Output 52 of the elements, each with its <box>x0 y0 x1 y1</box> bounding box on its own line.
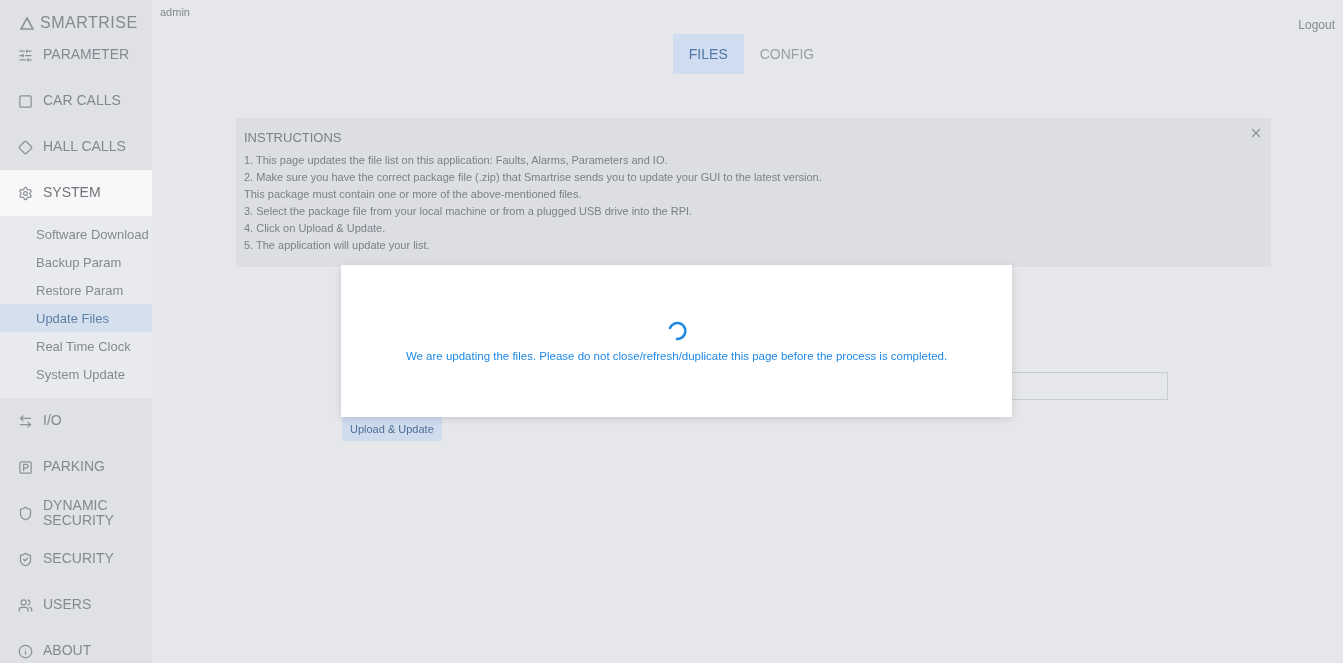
instruction-line: 2. Make sure you have the correct package file (.zip) that Smartrise sends you to update your GUI to the latest version. <box>244 171 822 183</box>
nav-label: PARKING <box>43 459 105 475</box>
nav-item[interactable]: PARKING <box>0 444 152 490</box>
triangle-logo-icon <box>20 16 34 30</box>
shield-check-icon <box>18 551 33 567</box>
user-name: admin <box>160 6 190 18</box>
gear-icon <box>18 185 33 201</box>
progress-message: We are updating the files. Please do not close/refresh/duplicate this page before the process is completed. <box>405 350 948 362</box>
logout-link[interactable]: Logout <box>1298 18 1335 32</box>
nav-label: ABOUT <box>43 643 92 659</box>
nav-item[interactable]: SYSTEM <box>0 170 152 216</box>
submenu-item[interactable]: Software Download <box>0 220 152 248</box>
instruction-line: 3. Select the package file from your local machine or from a plugged USB drive into the RPI. <box>244 205 693 217</box>
submenu-item[interactable]: Backup Param <box>0 248 152 276</box>
tab[interactable]: CONFIG <box>743 34 831 74</box>
nav-label: PARAMETER <box>43 47 130 63</box>
brand-name: SMARTRISE <box>40 14 138 32</box>
instruction-line: 4. Click on Upload & Update. <box>244 222 386 234</box>
nav-item[interactable]: HALL CALLS <box>0 124 152 170</box>
shield-icon <box>18 505 33 521</box>
nav-label: SECURITY <box>43 551 114 567</box>
submenu-item[interactable]: Restore Param <box>0 276 152 304</box>
nav-item[interactable]: ABOUT <box>0 628 152 663</box>
instruction-line: This package must contain one or more of the above-mentioned files. <box>244 188 582 200</box>
nav-label: HALL CALLS <box>43 139 126 155</box>
info-icon <box>18 643 33 659</box>
nav-item[interactable]: DYNAMIC SECURITY <box>0 490 152 536</box>
nav-label: DYNAMIC SECURITY <box>43 497 115 529</box>
tab[interactable]: FILES <box>672 34 744 74</box>
nav-item[interactable]: PARAMETER <box>0 32 152 78</box>
parking-icon <box>18 459 33 475</box>
submenu-item[interactable]: System Update <box>0 360 152 388</box>
instructions-title: INSTRUCTIONS <box>244 130 342 145</box>
instruction-line: 1. This page updates the file list on this application: Faults, Alarms, Parameters and IO. <box>244 154 668 166</box>
users-icon <box>18 597 33 613</box>
sliders-icon <box>18 47 33 63</box>
upload-button[interactable]: Upload & Update <box>342 417 442 441</box>
nav-label: USERS <box>43 597 92 613</box>
instruction-line: 5. The application will update your list. <box>244 239 430 251</box>
nav-item[interactable]: CAR CALLS <box>0 78 152 124</box>
square-icon <box>18 93 33 109</box>
close-icon <box>1249 126 1263 140</box>
nav-item[interactable]: USERS <box>0 582 152 628</box>
nav-item[interactable]: SECURITY <box>0 536 152 582</box>
arrows-icon <box>18 413 33 429</box>
nav-item[interactable]: I/O <box>0 398 152 444</box>
diamond-icon <box>18 139 33 155</box>
nav-label: I/O <box>43 413 62 429</box>
nav-label: SYSTEM <box>43 185 101 201</box>
submenu-item[interactable]: Update Files <box>0 304 152 332</box>
nav-label: CAR CALLS <box>43 93 121 109</box>
submenu-item[interactable]: Real Time Clock <box>0 332 152 360</box>
